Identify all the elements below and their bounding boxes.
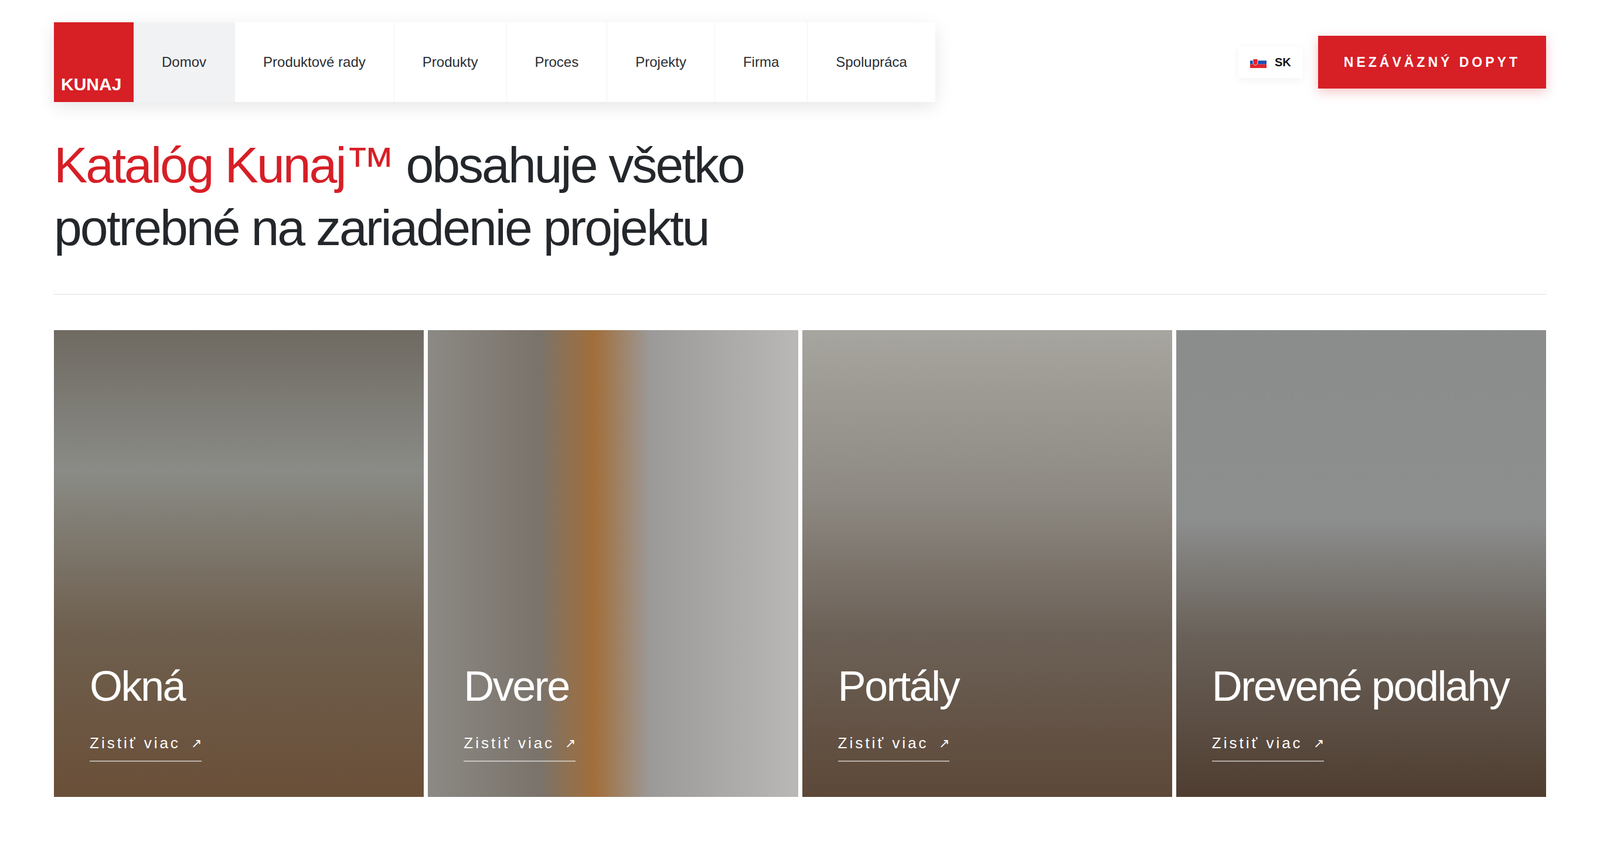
category-title: Dvere [463,661,775,711]
category-card[interactable]: Portály Zistiť viac ↗ [802,329,1173,797]
learn-more-link[interactable]: Zistiť viac ↗ [463,731,576,762]
header-actions: SK NEZÁVÄZNÝ DOPYT [1238,35,1547,90]
arrow-icon: ↗ [938,733,950,753]
heading-line: Katalóg Kunaj™ obsahuje všetko [53,133,1547,197]
heading-highlight: Katalóg Kunaj™ [53,136,394,193]
inquiry-button[interactable]: NEZÁVÄZNÝ DOPYT [1318,35,1547,90]
category-title: Portály [838,661,1149,711]
language-code: SK [1274,53,1292,71]
category-grid: OknáZistiť viac↗DvereZistiť viac↗Portály… [53,329,1547,797]
learn-more-link[interactable]: Zistiť viac ↗ [89,731,202,762]
learn-more-link[interactable]: Zistiť viac ↗ [838,731,951,762]
page-heading: Katalóg Kunaj™ obsahuje všetkopotrebné n… [53,133,1547,259]
learn-more-link[interactable]: Zistiť viac ↗ [1212,731,1324,762]
nav-item[interactable]: Produkty [393,22,507,102]
learn-more-text: Zistiť viac [89,731,181,755]
category-title: Okná [89,661,401,711]
divider [53,293,1547,295]
nav-item[interactable]: Spolupráca [807,22,935,102]
arrow-icon: ↗ [1313,733,1324,753]
main-nav: KUNAJDomovProduktové radyProduktyProcesP… [53,22,936,102]
site-header: KUNAJDomovProduktové radyProduktyProcesP… [53,22,1547,102]
heading-line: potrebné na zariadenie projektu [53,196,1547,260]
category-card[interactable]: Drevené podlahy Zistiť viac ↗ [1176,329,1547,797]
learn-more-text: Zistiť viac [1212,731,1303,755]
nav-item[interactable]: Projekty [606,22,715,102]
nav-item[interactable]: Proces [506,22,608,102]
logo[interactable]: KUNAJ [53,22,134,102]
learn-more-text: Zistiť viac [463,731,555,755]
arrow-icon: ↗ [191,733,202,753]
heading-text: obsahuje všetko [393,136,744,193]
nav-item[interactable]: Produktové rady [234,22,394,102]
nav-item[interactable]: Firma [714,22,808,102]
learn-more-text: Zistiť viac [838,731,929,755]
category-card[interactable]: Dvere Zistiť viac ↗ [427,329,798,797]
language-switcher[interactable]: SK [1238,46,1303,78]
category-title: Drevené podlahy [1212,661,1523,711]
nav-item[interactable]: Domov [133,22,235,102]
category-card[interactable]: Okná Zistiť viac ↗ [53,329,424,797]
arrow-icon: ↗ [564,733,576,753]
slovak-flag-icon [1250,56,1267,68]
